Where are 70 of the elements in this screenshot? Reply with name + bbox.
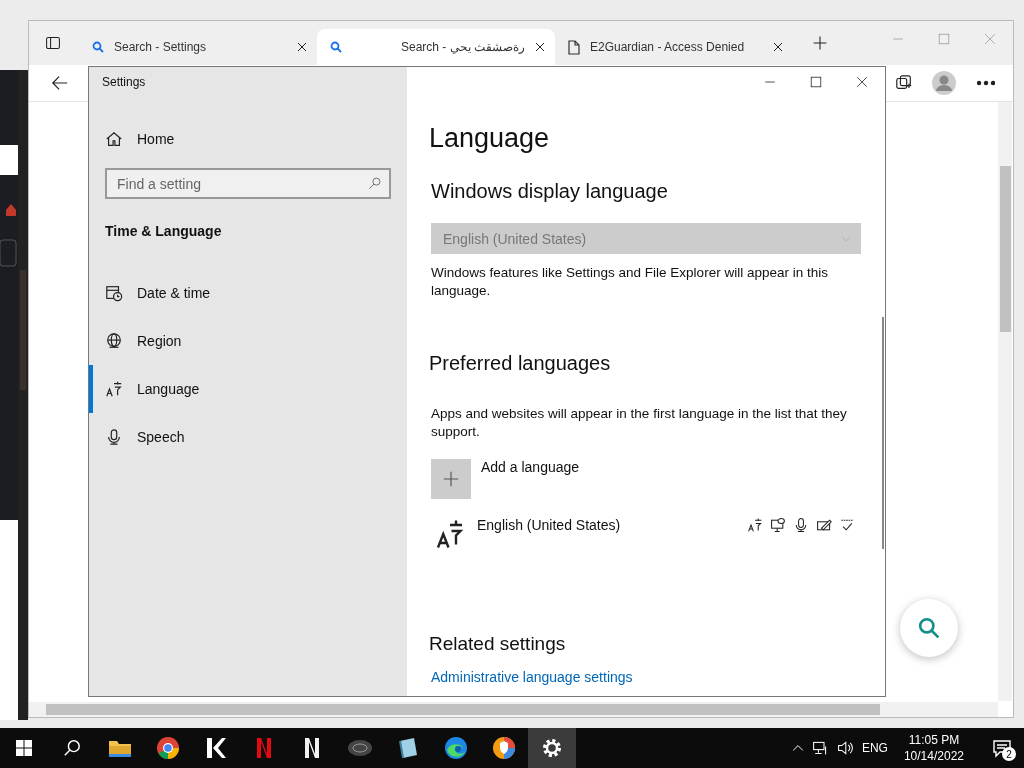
- window-title: Settings: [101, 74, 147, 91]
- section-heading: Time & Language: [104, 222, 223, 239]
- microphone-icon: [105, 428, 123, 446]
- search-icon: [330, 41, 342, 53]
- plus-icon: [442, 470, 460, 488]
- browser-tab[interactable]: E2Guardian - Access Denied: [555, 29, 793, 65]
- browser-tab[interactable]: Search - رةصشقث يحي: [317, 29, 555, 65]
- language-icon: [435, 519, 465, 549]
- tab-title: Search - رةصشقث يحي: [399, 40, 525, 54]
- description: Apps and websites will appear in the first language in the list that they support.: [431, 405, 848, 441]
- document-icon: [568, 39, 580, 55]
- search-field[interactable]: Find a setting: [105, 168, 391, 199]
- close-icon: [535, 42, 545, 52]
- maximize-icon: [810, 76, 822, 88]
- close-icon: [297, 42, 307, 52]
- browser-tab[interactable]: Search - Settings: [79, 29, 317, 65]
- page-heading: Language: [429, 123, 551, 154]
- close-icon: [984, 33, 996, 45]
- tab-panel-icon: [45, 35, 61, 51]
- nav-item[interactable]: Region: [89, 317, 407, 365]
- scrollbar[interactable]: [29, 702, 998, 717]
- windows-icon: [16, 740, 32, 756]
- volume-icon: [835, 740, 854, 756]
- maximize-icon: [938, 33, 950, 45]
- nav-item[interactable]: Date & time: [89, 269, 407, 317]
- plus-icon: [812, 35, 828, 51]
- section-heading: Windows display language: [431, 180, 669, 203]
- scrollbar[interactable]: [998, 102, 1012, 701]
- language-icon: [105, 380, 123, 398]
- calendar-clock-icon: [105, 284, 123, 302]
- section-heading: Preferred languages: [429, 352, 612, 375]
- network-icon: [811, 740, 828, 756]
- search-icon: [918, 617, 940, 639]
- collections-icon: [895, 74, 913, 92]
- browser-icon: [491, 735, 517, 761]
- pen-box-icon: [816, 517, 832, 533]
- back-arrow-icon: [51, 74, 69, 92]
- add-language-button[interactable]: Add a language: [431, 459, 861, 499]
- profile-button[interactable]: [931, 68, 957, 98]
- notification-count: 2: [1002, 747, 1016, 761]
- browser-icon: [443, 735, 469, 761]
- tab-title: E2Guardian - Access Denied: [590, 40, 746, 54]
- section-heading: Related settings: [429, 633, 567, 655]
- taskbar-app[interactable]: [528, 728, 576, 768]
- browser-icon: [155, 735, 181, 761]
- avatar-icon: [932, 71, 956, 95]
- message-icon: [992, 738, 1012, 758]
- search-icon: [368, 176, 382, 190]
- microphone-icon: [793, 517, 809, 533]
- input-language[interactable]: ENG: [861, 741, 888, 755]
- nav-item[interactable]: Speech: [89, 413, 407, 461]
- settings-link[interactable]: Administrative language settings: [431, 669, 861, 685]
- tab-title: Search - Settings: [114, 40, 208, 54]
- chevron-up-icon: [791, 742, 804, 754]
- more-icon: [977, 80, 995, 86]
- globe-icon: [105, 332, 123, 350]
- search-icon: [92, 41, 104, 53]
- nav-item[interactable]: Language: [89, 365, 407, 413]
- language-name[interactable]: English (United States): [477, 517, 735, 533]
- spell-check-icon: [839, 517, 855, 533]
- notifications-button[interactable]: 2: [980, 728, 1024, 768]
- close-icon: [856, 76, 868, 88]
- language-icon: [747, 517, 763, 533]
- clock[interactable]: 11:05 PM 10/14/2022: [895, 732, 972, 764]
- close-icon: [773, 42, 783, 52]
- search-icon: [63, 739, 81, 757]
- home-nav-item[interactable]: Home: [89, 99, 407, 148]
- monitor-speech-icon: [770, 517, 786, 533]
- description: Windows features like Settings and File Explorer will appear in this language.: [431, 264, 829, 300]
- home-icon: [105, 130, 123, 148]
